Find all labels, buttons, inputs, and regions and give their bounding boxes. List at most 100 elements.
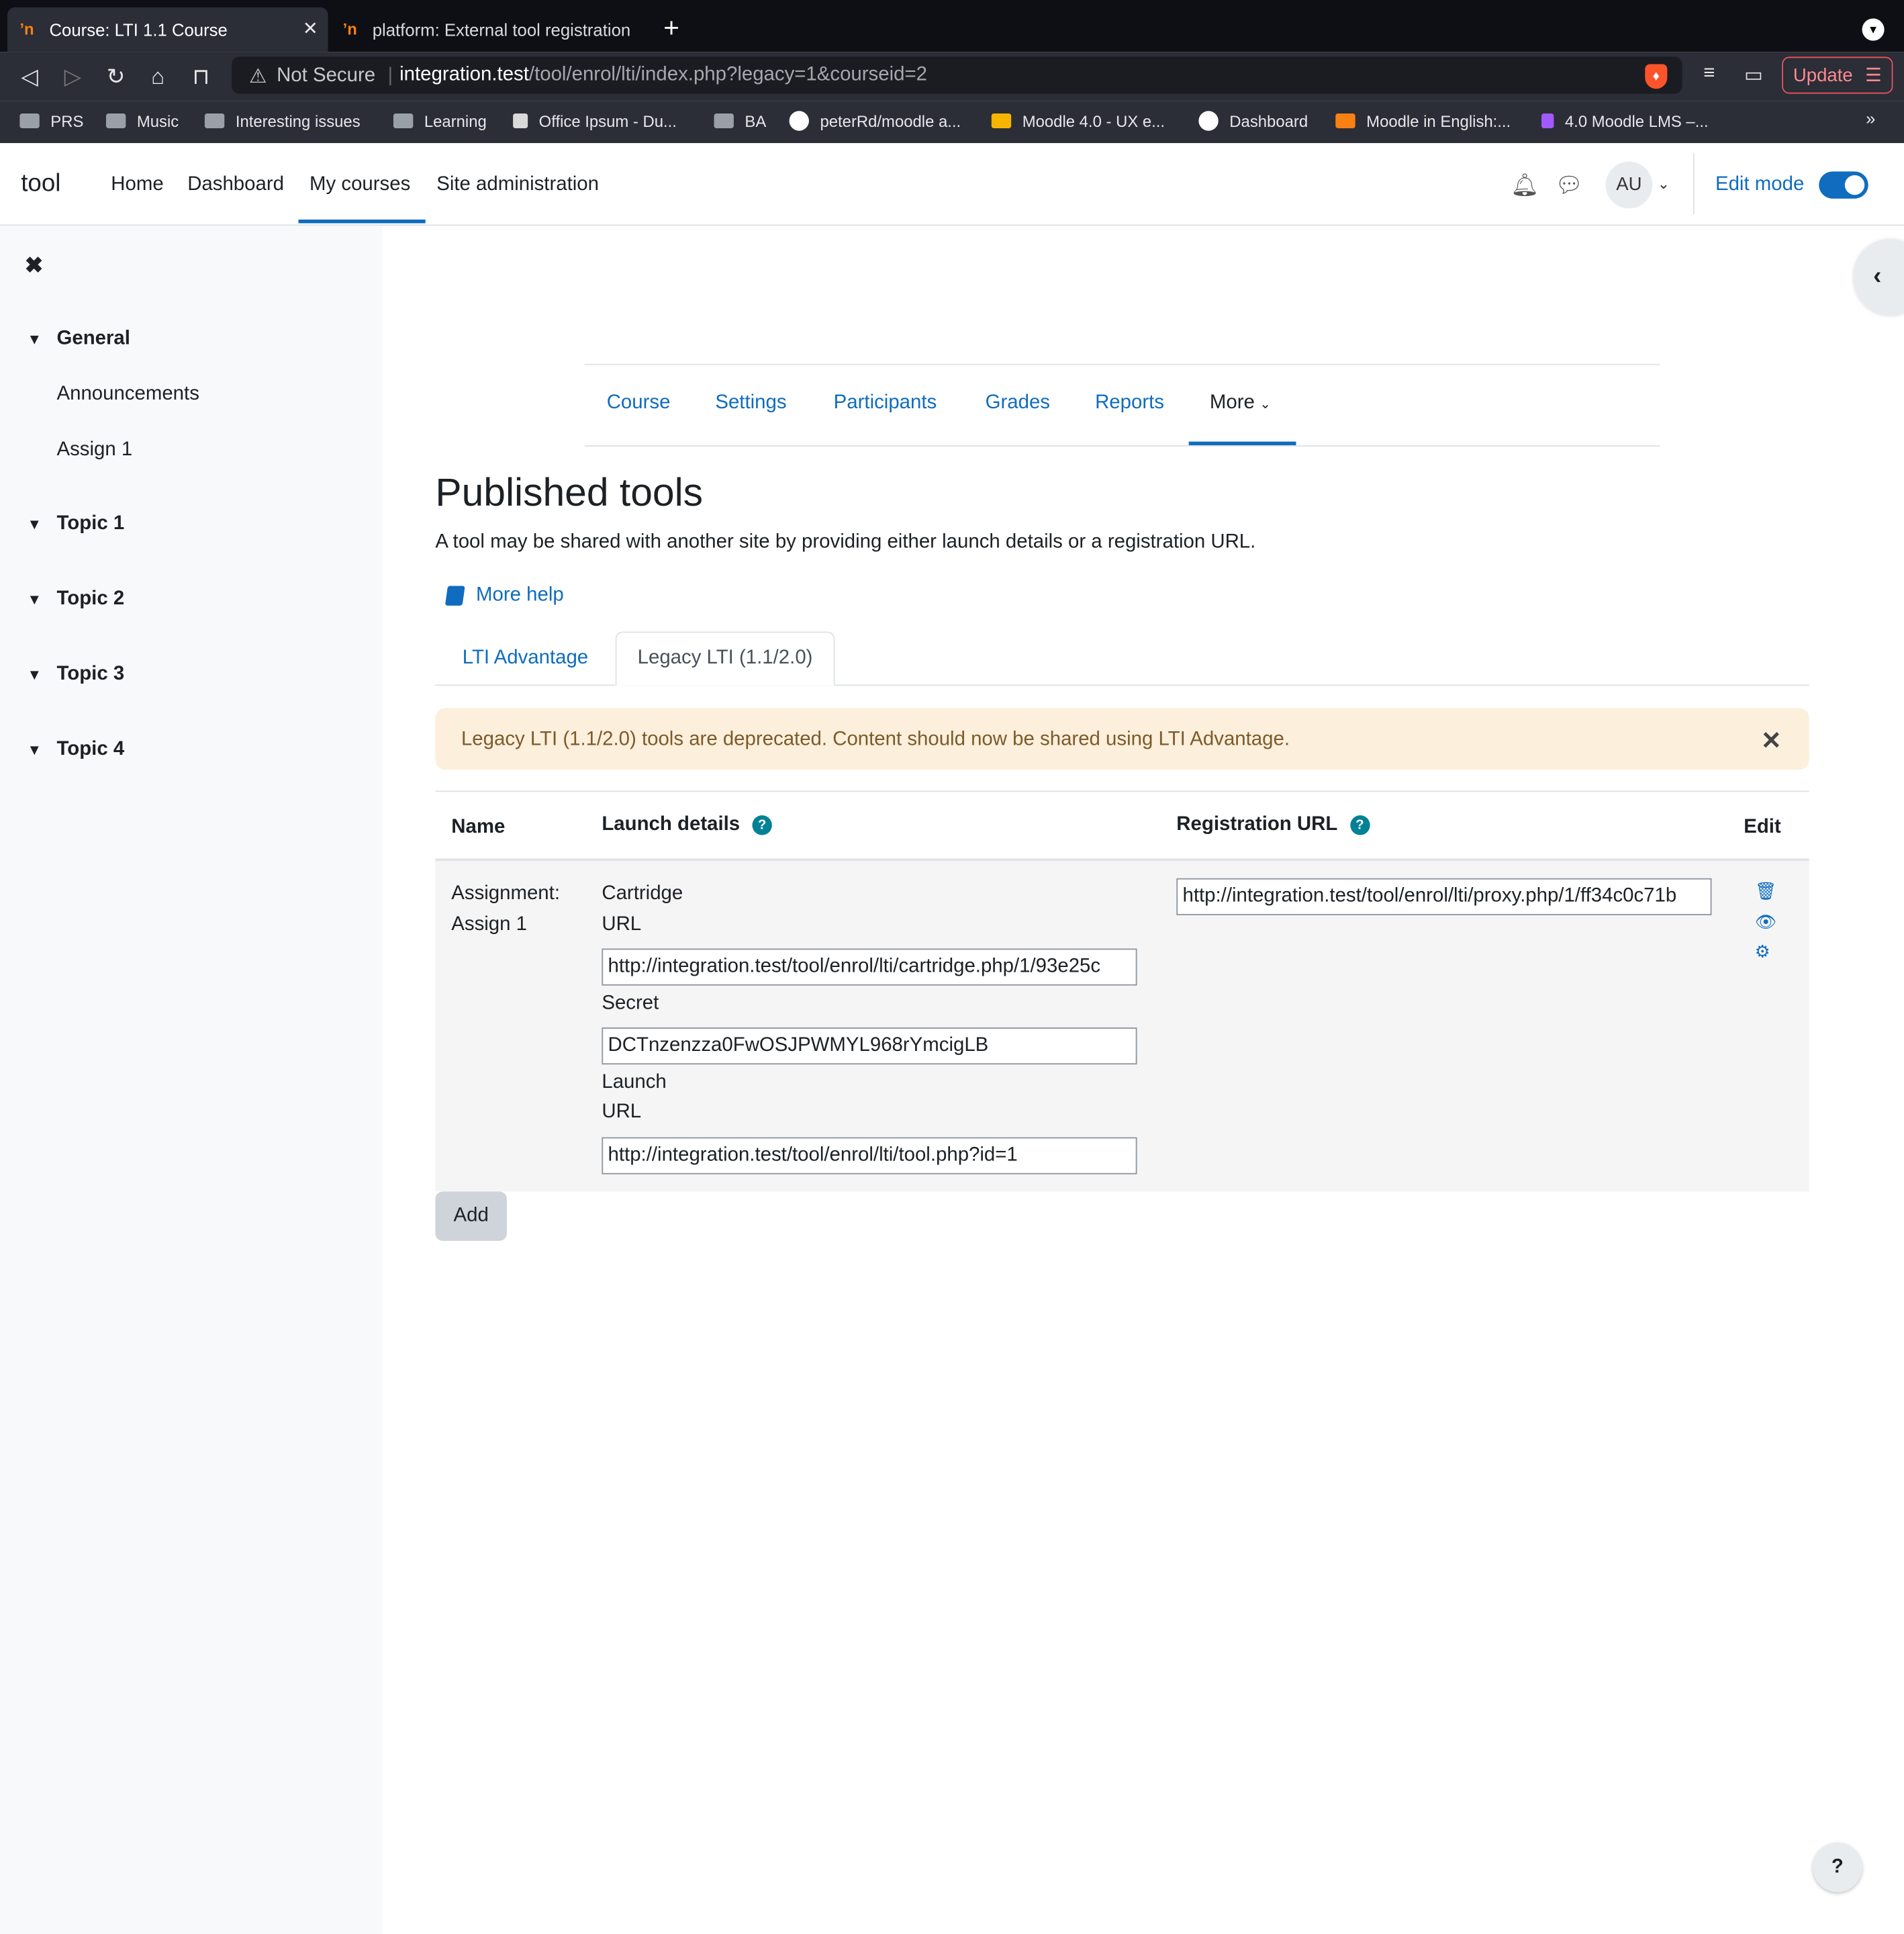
notifications-bell-icon[interactable]: 🔔︎ xyxy=(1511,173,1539,199)
bookmark-icon[interactable]: ⊓ xyxy=(186,62,216,91)
bookmark-item[interactable]: Music xyxy=(105,109,179,132)
chevron-down-icon[interactable]: ▼ xyxy=(27,516,44,533)
bookmark-label: 4.0 Moodle LMS –... xyxy=(1564,111,1709,130)
section-title: General xyxy=(56,328,130,349)
chevron-down-icon[interactable]: ▼ xyxy=(27,591,44,608)
course-section-topic-4[interactable]: ▼ Topic 4 xyxy=(27,739,124,761)
launch-url-field[interactable]: http://integration.test/tool/enrol/lti/t… xyxy=(602,1137,1137,1175)
more-help-link[interactable]: More help xyxy=(444,585,564,607)
table-border xyxy=(435,790,1809,792)
activity-assign-1[interactable]: Assign 1 xyxy=(56,439,132,461)
forward-icon[interactable]: ▷ xyxy=(58,62,87,91)
bookmark-label: Dashboard xyxy=(1229,111,1308,130)
chevron-down-icon[interactable]: ▼ xyxy=(27,666,44,684)
activity-announcements[interactable]: Announcements xyxy=(56,383,199,406)
tab-search-icon[interactable]: ▼ xyxy=(1862,18,1885,41)
bookmark-item[interactable]: 4.0 Moodle LMS –... xyxy=(1541,109,1709,132)
brave-shields-icon[interactable]: ♦ xyxy=(1645,64,1668,89)
wallet-icon[interactable]: ▭ xyxy=(1740,63,1767,90)
slides-icon xyxy=(991,113,1012,129)
bookmarks-overflow-icon[interactable]: » xyxy=(1866,109,1875,128)
reload-icon[interactable]: ↻ xyxy=(101,62,131,91)
close-drawer-icon[interactable]: ✖ xyxy=(25,253,44,279)
registration-url-field[interactable]: http://integration.test/tool/enrol/lti/p… xyxy=(1176,878,1712,915)
help-question-icon[interactable]: ? xyxy=(1349,815,1370,835)
help-footer-button[interactable]: ? xyxy=(1813,1843,1862,1892)
chevron-down-icon: ⌄ xyxy=(1259,397,1272,412)
menu-icon: ☰ xyxy=(1865,65,1882,87)
new-tab-icon[interactable]: + xyxy=(663,12,679,44)
add-button[interactable]: Add xyxy=(435,1191,507,1241)
delete-trash-icon[interactable]: 🗑︎ xyxy=(1755,880,1777,901)
bookmark-item[interactable]: Learning xyxy=(393,109,487,132)
folder-icon xyxy=(714,113,734,129)
course-section-general[interactable]: ▼ General xyxy=(27,328,130,351)
open-block-drawer-button[interactable]: ‹ xyxy=(1853,239,1904,316)
close-tab-icon[interactable]: ✕ xyxy=(303,17,318,40)
tab-label: platform: External tool registration xyxy=(372,19,631,40)
tab-legacy-lti[interactable]: Legacy LTI (1.1/2.0) xyxy=(615,631,835,686)
folder-icon xyxy=(105,113,126,129)
url-host: integration.test xyxy=(399,64,529,85)
secnav-reports[interactable]: Reports xyxy=(1095,392,1164,414)
back-icon[interactable]: ◁ xyxy=(15,62,44,91)
secnav-grades[interactable]: Grades xyxy=(986,392,1050,414)
bookmark-item[interactable]: Moodle 4.0 - UX e... xyxy=(991,109,1165,132)
secret-field[interactable]: DCTnzenzza0FwOSJPWMYL968rYmcigLB xyxy=(602,1027,1137,1065)
help-question-icon[interactable]: ? xyxy=(752,815,772,835)
visibility-eye-icon[interactable]: 👁︎ xyxy=(1755,911,1777,932)
page-icon xyxy=(513,113,528,129)
chevron-down-icon[interactable]: ▼ xyxy=(27,741,44,759)
user-avatar[interactable]: AU xyxy=(1605,161,1653,209)
bookmark-label: PRS xyxy=(50,111,84,130)
alert-message: Legacy LTI (1.1/2.0) tools are deprecate… xyxy=(461,729,1290,750)
course-section-topic-3[interactable]: ▼ Topic 3 xyxy=(27,663,124,686)
bookmark-label: Interesting issues xyxy=(235,111,361,130)
address-divider: | xyxy=(387,65,393,87)
secnav-more[interactable]: More ⌄ xyxy=(1210,392,1271,414)
secnav-participants[interactable]: Participants xyxy=(834,392,937,414)
bookmark-item[interactable]: Dashboard xyxy=(1198,109,1308,132)
nav-site-administration[interactable]: Site administration xyxy=(436,174,599,196)
header-label: Registration URL xyxy=(1176,814,1338,835)
bookmark-item[interactable]: Office Ipsum - Du... xyxy=(513,109,677,132)
edit-mode-toggle[interactable] xyxy=(1819,171,1868,199)
nav-dashboard[interactable]: Dashboard xyxy=(187,174,284,196)
folder-icon xyxy=(393,113,414,129)
chevron-down-icon[interactable]: ⌄ xyxy=(1658,175,1670,193)
browser-tab-active[interactable]: ʼn Course: LTI 1.1 Course ✕ xyxy=(7,7,328,52)
chevron-down-icon[interactable]: ▼ xyxy=(27,330,44,348)
messages-chat-icon[interactable]: 💬︎ xyxy=(1555,173,1583,199)
secnav-course[interactable]: Course xyxy=(607,392,671,414)
cartridge-url-field[interactable]: http://integration.test/tool/enrol/lti/c… xyxy=(602,948,1137,986)
section-title: Topic 2 xyxy=(56,588,125,610)
figma-icon xyxy=(1541,113,1554,129)
page-intro: A tool may be shared with another site b… xyxy=(435,531,1256,553)
update-button[interactable]: Update ☰ xyxy=(1782,56,1893,94)
course-index-drawer xyxy=(0,226,383,1934)
nav-home[interactable]: Home xyxy=(111,174,163,196)
secnav-settings[interactable]: Settings xyxy=(715,392,786,414)
browser-tab-inactive[interactable]: ʼn platform: External tool registration xyxy=(330,7,651,52)
bookmark-item[interactable]: BA xyxy=(714,109,766,132)
nav-my-courses[interactable]: My courses xyxy=(310,174,410,196)
course-section-topic-1[interactable]: ▼ Topic 1 xyxy=(27,513,124,535)
security-indicator[interactable]: ⚠ Not Secure | xyxy=(249,64,393,89)
url-path: /tool/enrol/lti/index.php?legacy=1&cours… xyxy=(528,64,927,85)
github-icon xyxy=(789,111,809,131)
secondary-nav-border xyxy=(584,445,1660,447)
media-playlist-icon[interactable]: ≡ xyxy=(1696,63,1723,90)
address-bar[interactable]: ⚠ Not Secure | integration.test/tool/enr… xyxy=(232,56,1682,94)
bookmark-item[interactable]: Moodle in English:... xyxy=(1335,109,1511,132)
secret-label: Secret xyxy=(602,993,659,1014)
bookmark-item[interactable]: Interesting issues xyxy=(204,109,361,132)
site-brand[interactable]: tool xyxy=(21,170,60,198)
course-section-topic-2[interactable]: ▼ Topic 2 xyxy=(27,588,124,610)
section-title: Topic 1 xyxy=(56,513,125,535)
bookmark-item[interactable]: peterRd/moodle a... xyxy=(789,109,961,132)
home-icon[interactable]: ⌂ xyxy=(143,62,173,91)
close-alert-icon[interactable]: ✕ xyxy=(1761,725,1782,756)
settings-gear-icon[interactable]: ⚙ xyxy=(1755,941,1770,962)
tab-lti-advantage[interactable]: LTI Advantage xyxy=(463,647,588,670)
bookmark-item[interactable]: PRS xyxy=(19,109,83,132)
